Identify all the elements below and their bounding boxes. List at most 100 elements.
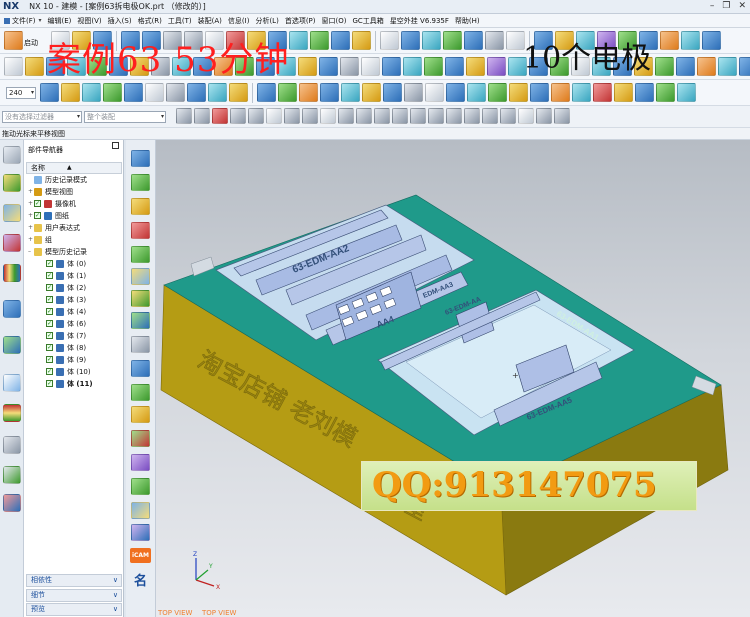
snap-icon[interactable] <box>208 83 227 102</box>
start-icon[interactable] <box>4 31 23 50</box>
menu-help[interactable]: 帮助(H) <box>455 16 480 26</box>
tree-item[interactable]: + ✓ 图纸 <box>24 210 124 222</box>
tree-item[interactable]: ✓ 体 (9) <box>24 354 124 366</box>
triad-icon[interactable] <box>61 83 80 102</box>
wireframe-icon[interactable] <box>485 31 504 50</box>
pocket-icon[interactable] <box>131 268 150 285</box>
revolve-icon[interactable] <box>289 31 308 50</box>
toolbox-icon[interactable] <box>635 83 654 102</box>
crosshair-icon[interactable] <box>212 108 228 124</box>
cube-select-icon[interactable] <box>320 108 336 124</box>
tree-item[interactable]: ✓ 体 (4) <box>24 306 124 318</box>
sweep-icon[interactable] <box>487 57 506 76</box>
panel-dependencies[interactable]: 相依性 ∨ <box>26 574 122 587</box>
system-materials-icon[interactable] <box>3 404 21 422</box>
visibility-checkbox[interactable]: ✓ <box>46 356 53 363</box>
tree-item[interactable]: ✓ 体 (7) <box>24 330 124 342</box>
close-button[interactable]: ✕ <box>738 1 746 11</box>
shell-icon[interactable] <box>319 57 338 76</box>
pan-icon[interactable] <box>443 31 462 50</box>
rotate-icon[interactable] <box>422 31 441 50</box>
undo-select-icon[interactable] <box>194 108 210 124</box>
layout-icon[interactable] <box>40 83 59 102</box>
checkmark-icon[interactable] <box>131 384 150 401</box>
tree-item[interactable]: ✓ 体 (6) <box>24 318 124 330</box>
expand-icon[interactable]: + <box>28 210 33 222</box>
zoom-icon[interactable] <box>401 31 420 50</box>
block-icon[interactable] <box>131 246 150 263</box>
thread-icon[interactable] <box>131 502 150 519</box>
face-rule-icon[interactable] <box>284 108 300 124</box>
visibility-checkbox[interactable]: ✓ <box>46 320 53 327</box>
tree-item[interactable]: + ✓ 摄像机 <box>24 198 124 210</box>
expand-icon[interactable]: + <box>28 234 33 246</box>
menu-file[interactable]: 文件(F) ▾ <box>4 16 42 26</box>
expand-icon[interactable]: + <box>28 186 33 198</box>
offset-icon[interactable] <box>702 31 721 50</box>
visibility-checkbox[interactable]: ✓ <box>46 260 53 267</box>
quadrant-icon[interactable] <box>428 108 444 124</box>
cone-icon[interactable] <box>445 57 464 76</box>
tree-item[interactable]: ✓ 体 (11) <box>24 378 124 390</box>
visibility-checkbox[interactable]: ✓ <box>46 272 53 279</box>
visibility-checkbox[interactable]: ✓ <box>34 200 41 207</box>
trim-icon[interactable] <box>681 31 700 50</box>
point-icon[interactable] <box>25 57 44 76</box>
process-studio-icon[interactable] <box>3 466 21 484</box>
name-tool-icon[interactable]: 名 <box>134 570 147 589</box>
panel-preview[interactable]: 预览 ∨ <box>26 603 122 616</box>
rename-icon[interactable] <box>131 360 150 377</box>
tree-item[interactable]: + 用户表达式 <box>24 222 124 234</box>
tree-icon[interactable] <box>131 406 150 423</box>
csys-icon[interactable] <box>551 83 570 102</box>
tree-item[interactable]: 历史记录模式 <box>24 174 124 186</box>
clock-icon[interactable] <box>3 374 21 392</box>
list-check-icon[interactable] <box>131 430 150 447</box>
expression-icon[interactable] <box>572 83 591 102</box>
studio-icon[interactable] <box>739 57 750 76</box>
tangent-icon[interactable] <box>500 108 516 124</box>
translucent-icon[interactable] <box>425 83 444 102</box>
refresh-icon[interactable] <box>131 524 150 541</box>
part-navigator-icon[interactable] <box>3 174 21 192</box>
menu-analysis[interactable]: 分析(L) <box>255 16 278 26</box>
edit-object-icon[interactable] <box>446 83 465 102</box>
graphics-viewport[interactable]: 63-EDM-AA2 AA4 63-EDM-AA5 EDM-AA3 63-EDM… <box>156 140 750 617</box>
select-all-icon[interactable] <box>176 108 192 124</box>
draft-icon[interactable] <box>340 57 359 76</box>
chamfer-icon[interactable] <box>298 57 317 76</box>
roles-icon[interactable] <box>3 436 21 454</box>
settings-icon[interactable] <box>3 146 21 164</box>
ruled-icon[interactable] <box>697 57 716 76</box>
fit-view-icon[interactable] <box>380 31 399 50</box>
tree-item[interactable]: + 模型视图 <box>24 186 124 198</box>
existing-point-icon[interactable] <box>446 108 462 124</box>
grid-icon[interactable] <box>229 83 248 102</box>
visibility-checkbox[interactable]: ✓ <box>46 332 53 339</box>
orient-icon[interactable] <box>82 83 101 102</box>
view-front-icon[interactable] <box>103 83 122 102</box>
menu-gc-toolbox[interactable]: GC工具箱 <box>353 16 384 26</box>
visibility-checkbox[interactable]: ✓ <box>46 344 53 351</box>
visibility-checkbox[interactable]: ✓ <box>46 368 53 375</box>
collapse-icon[interactable]: – <box>28 246 31 258</box>
history-icon[interactable] <box>3 336 21 354</box>
sheet-icon[interactable] <box>131 198 150 215</box>
close-part-icon[interactable] <box>593 83 612 102</box>
extrude-down-icon[interactable] <box>131 150 150 167</box>
view-right-icon[interactable] <box>145 83 164 102</box>
replace-icon[interactable] <box>614 83 633 102</box>
maximize-button[interactable]: ❐ <box>722 1 730 11</box>
menu-insert[interactable]: 插入(S) <box>108 16 132 26</box>
menu-plugin[interactable]: 星空外挂 V6.935F <box>390 16 449 26</box>
menu-window[interactable]: 窗口(O) <box>322 16 347 26</box>
icam-button[interactable]: iCAM <box>130 548 151 563</box>
visibility-checkbox[interactable]: ✓ <box>46 284 53 291</box>
selection-filter-select[interactable]: 没有选择过滤器 ▾ <box>2 111 82 123</box>
hole-icon[interactable] <box>310 31 329 50</box>
rib-icon[interactable] <box>131 290 150 307</box>
menu-view[interactable]: 视图(V) <box>77 16 101 26</box>
move-icon[interactable] <box>488 83 507 102</box>
pattern-icon[interactable] <box>361 57 380 76</box>
plugin-icon[interactable] <box>660 31 679 50</box>
